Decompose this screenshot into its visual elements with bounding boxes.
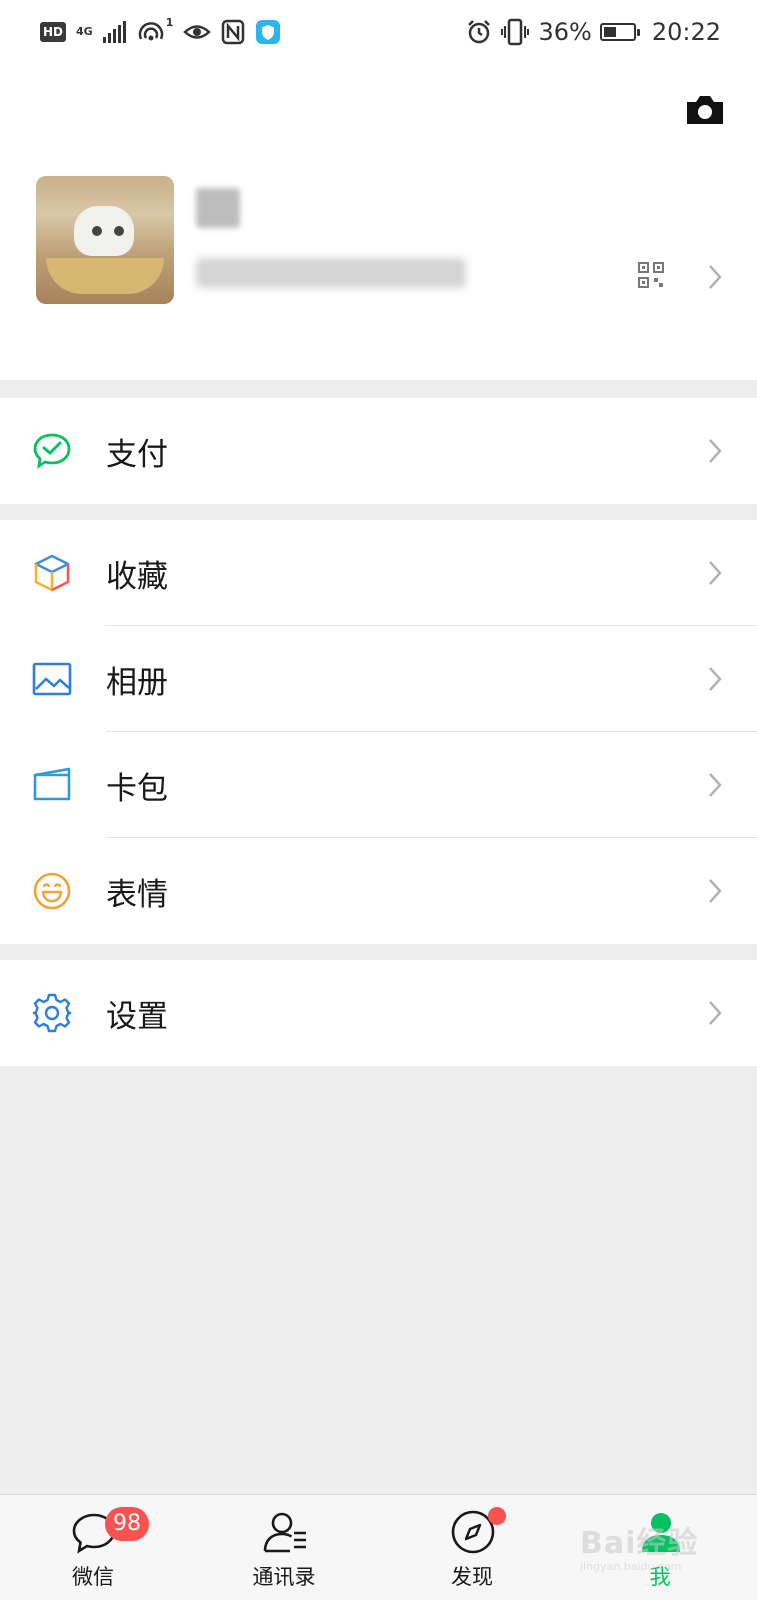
camera-icon[interactable] bbox=[685, 92, 725, 128]
hd-badge: HD bbox=[40, 22, 67, 42]
menu-label-album: 相册 bbox=[106, 664, 168, 701]
chevron-right-icon bbox=[709, 265, 722, 289]
gear-icon bbox=[32, 993, 72, 1033]
chevron-right-icon bbox=[709, 667, 722, 691]
watermark-url: jingyan.baidu.com bbox=[580, 1560, 682, 1573]
menu-item-stickers[interactable]: 表情 bbox=[0, 838, 757, 944]
tab-label: 通讯录 bbox=[252, 1565, 316, 1589]
hotspot-count: 1 bbox=[165, 16, 174, 29]
signal-icon bbox=[102, 21, 126, 43]
network-type: 4G bbox=[76, 25, 93, 38]
nickname-redacted bbox=[196, 188, 240, 228]
profile-header[interactable] bbox=[0, 64, 757, 380]
qr-code-icon[interactable] bbox=[638, 262, 664, 288]
smiley-icon bbox=[33, 872, 71, 910]
avatar-eye bbox=[114, 226, 124, 236]
menu-label-cards: 卡包 bbox=[106, 770, 168, 807]
pay-icon bbox=[33, 433, 71, 469]
avatar-basket bbox=[46, 258, 164, 294]
menu-group-settings: 设置 bbox=[0, 960, 757, 1066]
avatar[interactable] bbox=[36, 176, 174, 304]
cube-icon bbox=[34, 554, 70, 592]
tab-discover[interactable]: 发现 bbox=[412, 1495, 532, 1600]
watermark: Bai经验 jingyan.baidu.com bbox=[580, 1518, 698, 1573]
shield-app-icon bbox=[256, 20, 281, 44]
tab-label: 微信 bbox=[72, 1565, 114, 1589]
card-wallet-icon bbox=[33, 767, 71, 801]
contacts-icon bbox=[263, 1512, 306, 1553]
unread-badge: 98 bbox=[105, 1507, 149, 1541]
chevron-right-icon bbox=[709, 561, 722, 585]
menu-group-main: 收藏 相册 卡包 表情 bbox=[0, 520, 757, 944]
menu-item-album[interactable]: 相册 bbox=[0, 626, 757, 732]
menu-group-pay: 支付 bbox=[0, 398, 757, 504]
menu-label-pay: 支付 bbox=[106, 436, 168, 473]
tab-label: 发现 bbox=[451, 1565, 493, 1589]
menu-item-pay[interactable]: 支付 bbox=[0, 398, 757, 504]
battery-percent: 36% bbox=[538, 18, 592, 46]
wechat-me-screen: HD 4G 1 36% 20:22 支付 收藏 相册 卡包 表情 设置 98 微… bbox=[0, 0, 757, 1600]
eye-icon bbox=[183, 25, 212, 39]
tab-chats[interactable]: 98 微信 bbox=[33, 1495, 153, 1600]
alarm-icon bbox=[468, 20, 491, 44]
vibrate-icon bbox=[501, 18, 530, 46]
menu-item-favorites[interactable]: 收藏 bbox=[0, 520, 757, 626]
chevron-right-icon bbox=[709, 1001, 722, 1025]
avatar-eye bbox=[92, 226, 102, 236]
status-bar: HD 4G 1 36% 20:22 bbox=[0, 0, 757, 64]
wechat-id-redacted bbox=[196, 258, 466, 288]
menu-label-favorites: 收藏 bbox=[106, 558, 168, 595]
chevron-right-icon bbox=[709, 439, 722, 463]
watermark-text: Bai经验 bbox=[580, 1526, 699, 1561]
status-right: 36% 20:22 bbox=[466, 16, 721, 48]
tab-contacts[interactable]: 通讯录 bbox=[224, 1495, 344, 1600]
chevron-right-icon bbox=[709, 879, 722, 903]
menu-label-stickers: 表情 bbox=[106, 876, 168, 913]
menu-item-settings[interactable]: 设置 bbox=[0, 960, 757, 1066]
image-icon bbox=[32, 662, 72, 696]
status-left: HD 4G 1 bbox=[40, 16, 281, 46]
chevron-right-icon bbox=[709, 773, 722, 797]
battery-icon bbox=[599, 23, 640, 41]
nfc-icon bbox=[222, 19, 245, 45]
menu-label-settings: 设置 bbox=[106, 998, 168, 1035]
menu-item-cards[interactable]: 卡包 bbox=[0, 732, 757, 838]
new-moment-dot bbox=[488, 1507, 506, 1525]
clock: 20:22 bbox=[651, 18, 721, 46]
avatar-cat bbox=[74, 206, 134, 256]
hotspot-icon bbox=[138, 22, 163, 41]
